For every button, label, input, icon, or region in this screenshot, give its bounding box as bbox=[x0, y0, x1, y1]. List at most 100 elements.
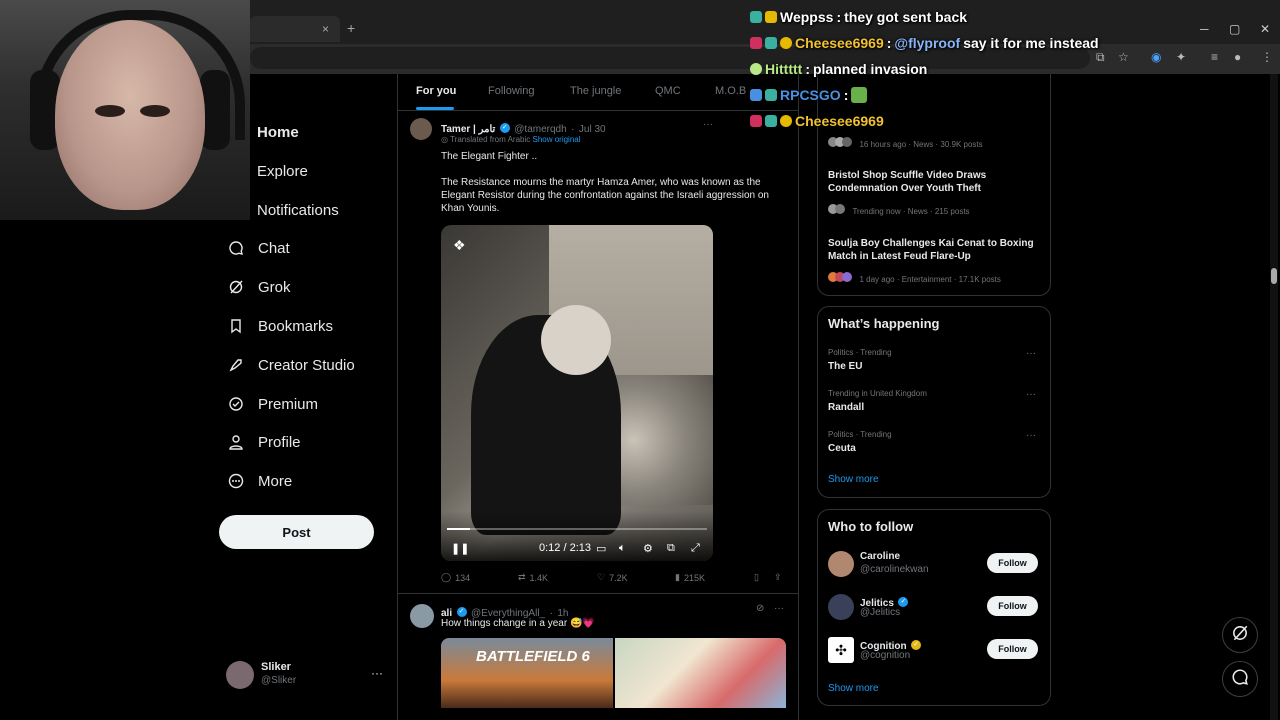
chat-badge-icon bbox=[780, 37, 792, 49]
trend-more-icon[interactable]: ··· bbox=[1026, 430, 1036, 441]
tab-close-icon[interactable]: × bbox=[322, 22, 329, 36]
trend-item[interactable]: The EU bbox=[828, 360, 862, 373]
tab-qmc[interactable]: QMC bbox=[655, 85, 681, 97]
show-more-link[interactable]: Show more bbox=[828, 683, 879, 694]
premium-check-icon bbox=[228, 396, 244, 412]
nav-home[interactable]: Home bbox=[257, 118, 299, 146]
browser-menu-icon[interactable]: ⋮ bbox=[1261, 50, 1273, 64]
tweet-author[interactable]: Tamer | تامر bbox=[441, 124, 495, 135]
grok-fab[interactable] bbox=[1222, 617, 1258, 653]
avatar[interactable] bbox=[410, 118, 432, 140]
media-control-icon[interactable]: ≡ bbox=[1211, 50, 1218, 64]
install-icon[interactable]: ⧉ bbox=[1096, 50, 1105, 65]
reply-button[interactable]: ◯ 134 bbox=[441, 572, 470, 583]
eye-right bbox=[140, 105, 170, 117]
like-button[interactable]: ♡ 7.2K bbox=[597, 572, 628, 583]
share-button[interactable]: ⇪ bbox=[774, 572, 782, 583]
grok-icon[interactable]: ⊘ bbox=[756, 603, 764, 614]
follow-button[interactable]: Follow bbox=[987, 553, 1038, 573]
follow-button[interactable]: Follow bbox=[987, 639, 1038, 659]
window-close-icon[interactable]: ✕ bbox=[1260, 22, 1270, 36]
bookmark-button[interactable]: ▯ bbox=[754, 572, 759, 583]
tweet-image[interactable] bbox=[615, 638, 786, 708]
show-more-link[interactable]: Show more bbox=[828, 474, 879, 485]
translate-icon: ◎ bbox=[441, 135, 448, 144]
chat-separator: : bbox=[843, 87, 849, 103]
chat-text: they got sent back bbox=[844, 9, 968, 25]
pause-icon[interactable]: ❚❚ bbox=[451, 542, 469, 555]
trend-item[interactable]: Ceuta bbox=[828, 442, 856, 455]
trend-context: Trending in United Kingdom bbox=[828, 389, 927, 398]
volume-icon[interactable]: 🔈︎ bbox=[619, 542, 626, 555]
tweet-text-body: The Resistance mourns the martyr Hamza A… bbox=[441, 177, 769, 214]
tweet-image[interactable]: BATTLEFIELD 6 bbox=[441, 638, 613, 708]
bookmark-star-icon[interactable]: ☆ bbox=[1118, 50, 1129, 64]
picture-in-picture-icon[interactable]: ⧉ bbox=[667, 542, 675, 555]
video-player[interactable]: ❖ ❚❚ 0:12 / 2:13 ▭ 🔈︎ ⚙ ⧉ ⤢ bbox=[441, 225, 713, 561]
nav-notifications[interactable]: Notifications bbox=[257, 196, 339, 224]
views-button[interactable]: ▮ 215K bbox=[675, 572, 705, 583]
video-time: 0:12 / 2:13 bbox=[539, 542, 591, 554]
scrollbar-thumb[interactable] bbox=[1271, 268, 1277, 284]
avatar[interactable] bbox=[828, 594, 854, 620]
trend-more-icon[interactable]: ··· bbox=[1026, 389, 1036, 400]
extension-icon[interactable]: ◉ bbox=[1151, 50, 1161, 64]
chat-fab[interactable] bbox=[1222, 661, 1258, 697]
video-progress-fill bbox=[447, 528, 471, 530]
profile-avatar-icon[interactable]: ● bbox=[1234, 50, 1241, 64]
maximize-icon[interactable]: ▢ bbox=[1229, 22, 1240, 36]
tab-mob[interactable]: M.O.B bbox=[715, 85, 746, 97]
chat-message: Hittttt : planned invasion bbox=[750, 61, 927, 77]
nav-more[interactable]: More bbox=[228, 467, 292, 495]
reply-icon: ◯ bbox=[441, 572, 452, 582]
tab-following[interactable]: Following bbox=[488, 85, 534, 97]
nav-creator-studio[interactable]: Creator Studio bbox=[228, 351, 355, 379]
page-scrollbar[interactable] bbox=[1270, 74, 1278, 720]
chat-text: say it for me instead bbox=[963, 35, 1099, 51]
trend-context: Politics · Trending bbox=[828, 348, 892, 357]
tweet-more-icon[interactable]: ··· bbox=[703, 119, 713, 130]
nav-chat-label: Chat bbox=[258, 239, 290, 257]
tweet-more-icon[interactable]: ··· bbox=[774, 603, 784, 614]
account-switcher[interactable]: Sliker @Sliker ··· bbox=[226, 658, 386, 692]
tab-for-you[interactable]: For you bbox=[416, 85, 456, 97]
eye-left bbox=[95, 105, 125, 117]
trend-news-title[interactable]: Soulja Boy Challenges Kai Cenat to Boxin… bbox=[828, 237, 1043, 263]
show-original-link[interactable]: Show original bbox=[532, 135, 580, 144]
avatar[interactable] bbox=[410, 604, 434, 628]
who-to-follow-box: Who to follow Caroline @carolinekwan Fol… bbox=[817, 509, 1051, 706]
avatar[interactable] bbox=[828, 551, 854, 577]
video-progress-bar[interactable] bbox=[447, 528, 707, 530]
cognition-logo-icon[interactable]: ✣ bbox=[828, 637, 854, 663]
nav-profile[interactable]: Profile bbox=[228, 428, 301, 456]
nav-grok[interactable]: Grok bbox=[228, 273, 291, 301]
trend-item[interactable]: Randall bbox=[828, 401, 864, 414]
nav-bookmarks[interactable]: Bookmarks bbox=[228, 312, 333, 340]
nav-premium[interactable]: Premium bbox=[228, 390, 318, 418]
minimize-icon[interactable]: ─ bbox=[1200, 22, 1209, 36]
nav-chat[interactable]: Chat bbox=[228, 234, 290, 262]
chat-message: Cheesee6969 bbox=[750, 113, 884, 129]
chat-badge-icon bbox=[765, 11, 777, 23]
follow-user-name[interactable]: Caroline bbox=[860, 550, 900, 563]
repost-button[interactable]: ⇄ 1.4K bbox=[518, 572, 548, 583]
tweet-handle[interactable]: @tamerqdh bbox=[514, 124, 566, 135]
extensions-puzzle-icon[interactable]: ✦ bbox=[1176, 50, 1186, 64]
trend-news-title[interactable]: Bristol Shop Scuffle Video Draws Condemn… bbox=[828, 169, 1040, 195]
feed-tabs: For you Following The jungle QMC M.O.B bbox=[398, 74, 798, 111]
post-button[interactable]: Post bbox=[219, 515, 374, 549]
rocket-icon bbox=[228, 357, 244, 373]
nav-explore[interactable]: Explore bbox=[257, 157, 308, 185]
tweet-time[interactable]: Jul 30 bbox=[579, 124, 606, 135]
settings-gear-icon[interactable]: ⚙ bbox=[643, 542, 653, 555]
fullscreen-icon[interactable]: ⤢ bbox=[691, 542, 700, 555]
account-more-icon[interactable]: ··· bbox=[371, 666, 383, 680]
new-tab-icon[interactable]: + bbox=[347, 20, 355, 36]
account-handle: @Sliker bbox=[261, 675, 297, 686]
follow-button[interactable]: Follow bbox=[987, 596, 1038, 616]
trend-meta: Trending now · News · 215 posts bbox=[852, 207, 970, 216]
captions-icon[interactable]: ▭ bbox=[596, 542, 606, 555]
streamer-face bbox=[55, 20, 205, 210]
tab-the-jungle[interactable]: The jungle bbox=[570, 85, 621, 97]
trend-more-icon[interactable]: ··· bbox=[1026, 348, 1036, 359]
